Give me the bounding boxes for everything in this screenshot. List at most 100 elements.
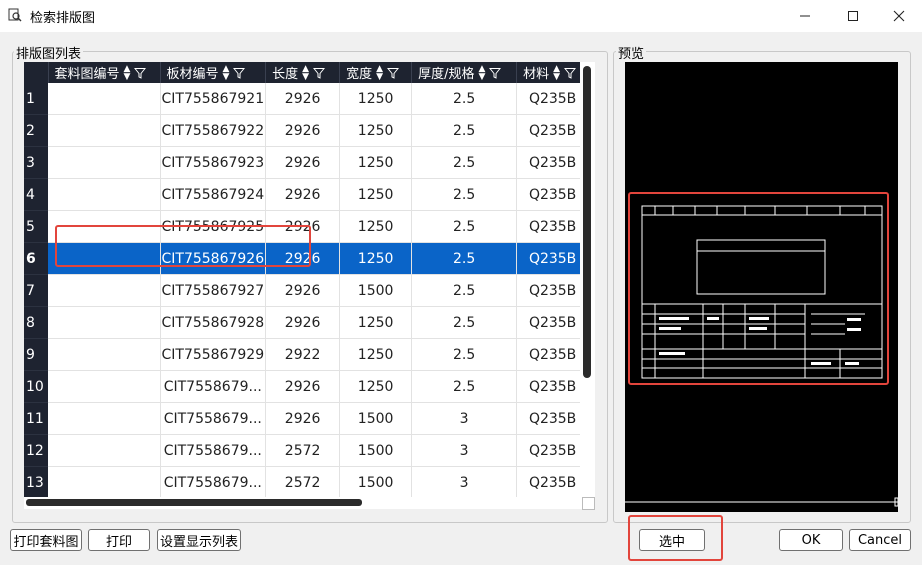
filter-icon[interactable] [233, 67, 246, 79]
table-cell[interactable]: CIT755867921 [160, 83, 267, 115]
sort-icon[interactable]: ▲ ▼ [124, 64, 131, 81]
table-cell[interactable]: 2.5 [411, 242, 518, 275]
maximize-button[interactable] [830, 0, 876, 32]
table-row[interactable]: 4 CIT755867924 2926 1250 2.5 Q235B [24, 178, 590, 211]
table-cell[interactable]: 1250 [339, 338, 413, 371]
table-cell[interactable]: 2922 [265, 338, 341, 371]
table-cell[interactable]: CIT7558679... [160, 466, 267, 498]
row-header[interactable]: 11 [24, 402, 48, 435]
table-cell[interactable]: 2.5 [411, 210, 518, 243]
row-header[interactable]: 3 [24, 146, 48, 179]
table-cell[interactable]: CIT755867924 [160, 178, 267, 211]
filter-icon[interactable] [489, 67, 502, 79]
table-cell[interactable]: 2926 [265, 370, 341, 403]
table-cell[interactable] [48, 338, 161, 371]
minimize-button[interactable] [782, 0, 828, 32]
select-button[interactable]: 选中 [639, 529, 705, 551]
table-cell[interactable]: 1500 [339, 434, 413, 467]
table-cell[interactable]: 1250 [339, 83, 413, 115]
table-cell[interactable] [48, 178, 161, 211]
table-cell[interactable]: 1250 [339, 178, 413, 211]
table-cell[interactable]: 2572 [265, 434, 341, 467]
column-header[interactable]: 厚度/规格 ▲ ▼ [411, 62, 518, 83]
nesting-table[interactable]: 套料图编号 ▲ ▼ 板材编号 ▲ ▼ 长度 ▲ ▼ 宽度 ▲ ▼ 厚度/规格 ▲ ▼ 材料 ▲ ▼ 1 CIT755… [24, 62, 595, 498]
table-cell[interactable]: 1500 [339, 274, 413, 307]
set-display-columns-button[interactable]: 设置显示列表 [157, 529, 241, 551]
table-cell[interactable]: CIT7558679... [160, 370, 267, 403]
horizontal-scrollbar[interactable] [24, 497, 595, 509]
table-row[interactable]: 8 CIT755867928 2926 1250 2.5 Q235B [24, 306, 590, 339]
table-cell[interactable]: 2.5 [411, 178, 518, 211]
table-row[interactable]: 10 CIT7558679... 2926 1250 2.5 Q235B [24, 370, 590, 403]
ok-button[interactable]: OK [779, 529, 843, 551]
column-header[interactable]: 长度 ▲ ▼ [265, 62, 341, 83]
table-cell[interactable]: Q235B [516, 210, 590, 243]
sort-icon[interactable]: ▲ ▼ [376, 64, 383, 81]
close-button[interactable] [876, 0, 922, 32]
sort-icon[interactable]: ▲ ▼ [223, 64, 230, 81]
table-cell[interactable]: 2572 [265, 466, 341, 498]
table-cell[interactable]: 1250 [339, 146, 413, 179]
table-cell[interactable]: 2926 [265, 402, 341, 435]
table-cell[interactable]: 2926 [265, 114, 341, 147]
horizontal-scroll-thumb[interactable] [26, 499, 362, 506]
table-row[interactable]: 11 CIT7558679... 2926 1500 3 Q235B [24, 402, 590, 435]
table-cell[interactable]: Q235B [516, 242, 590, 275]
filter-icon[interactable] [387, 67, 400, 79]
table-cell[interactable]: 3 [411, 402, 518, 435]
table-cell[interactable]: 2926 [265, 178, 341, 211]
table-cell[interactable]: CIT7558679... [160, 434, 267, 467]
table-row[interactable]: 9 CIT755867929 2922 1250 2.5 Q235B [24, 338, 590, 371]
table-cell[interactable]: 1500 [339, 466, 413, 498]
sort-icon[interactable]: ▲ ▼ [479, 64, 486, 81]
table-cell[interactable] [48, 274, 161, 307]
table-cell[interactable]: 1500 [339, 402, 413, 435]
filter-icon[interactable] [313, 67, 326, 79]
column-header[interactable]: 宽度 ▲ ▼ [339, 62, 413, 83]
table-cell[interactable] [48, 370, 161, 403]
row-header[interactable]: 12 [24, 434, 48, 467]
table-cell[interactable]: CIT755867922 [160, 114, 267, 147]
table-cell[interactable] [48, 434, 161, 467]
cancel-button[interactable]: Cancel [849, 529, 911, 551]
table-cell[interactable]: Q235B [516, 370, 590, 403]
column-header[interactable]: 材料 ▲ ▼ [516, 62, 590, 83]
table-cell[interactable]: Q235B [516, 274, 590, 307]
table-cell[interactable]: Q235B [516, 83, 590, 115]
table-row[interactable]: 3 CIT755867923 2926 1250 2.5 Q235B [24, 146, 590, 179]
table-cell[interactable]: 2.5 [411, 338, 518, 371]
sort-icon[interactable]: ▲ ▼ [302, 64, 309, 81]
row-header[interactable]: 8 [24, 306, 48, 339]
table-row[interactable]: 12 CIT7558679... 2572 1500 3 Q235B [24, 434, 590, 467]
table-cell[interactable]: 3 [411, 466, 518, 498]
table-row[interactable]: 1 CIT755867921 2926 1250 2.5 Q235B [24, 83, 590, 115]
table-cell[interactable]: Q235B [516, 434, 590, 467]
row-header[interactable]: 1 [24, 83, 48, 115]
table-cell[interactable] [48, 146, 161, 179]
table-cell[interactable]: Q235B [516, 114, 590, 147]
table-cell[interactable]: 2926 [265, 274, 341, 307]
table-cell[interactable]: 2926 [265, 146, 341, 179]
table-cell[interactable]: 2.5 [411, 274, 518, 307]
table-cell[interactable]: Q235B [516, 146, 590, 179]
table-cell[interactable]: 1250 [339, 370, 413, 403]
table-cell[interactable]: 1250 [339, 114, 413, 147]
table-cell[interactable] [48, 83, 161, 115]
table-cell[interactable]: Q235B [516, 338, 590, 371]
table-cell[interactable]: 1250 [339, 210, 413, 243]
sort-icon[interactable]: ▲ ▼ [553, 64, 560, 81]
row-header[interactable]: 9 [24, 338, 48, 371]
table-cell[interactable]: 2.5 [411, 83, 518, 115]
table-cell[interactable]: Q235B [516, 402, 590, 435]
print-button[interactable]: 打印 [88, 529, 150, 551]
filter-icon[interactable] [564, 67, 577, 79]
table-cell[interactable]: 2.5 [411, 146, 518, 179]
column-header[interactable]: 板材编号 ▲ ▼ [160, 62, 267, 83]
table-cell[interactable] [48, 306, 161, 339]
row-header[interactable]: 6 [24, 242, 48, 275]
table-cell[interactable] [48, 114, 161, 147]
vertical-scrollbar[interactable] [580, 62, 595, 498]
table-cell[interactable]: Q235B [516, 178, 590, 211]
table-row[interactable]: 2 CIT755867922 2926 1250 2.5 Q235B [24, 114, 590, 147]
table-cell[interactable]: CIT755867928 [160, 306, 267, 339]
